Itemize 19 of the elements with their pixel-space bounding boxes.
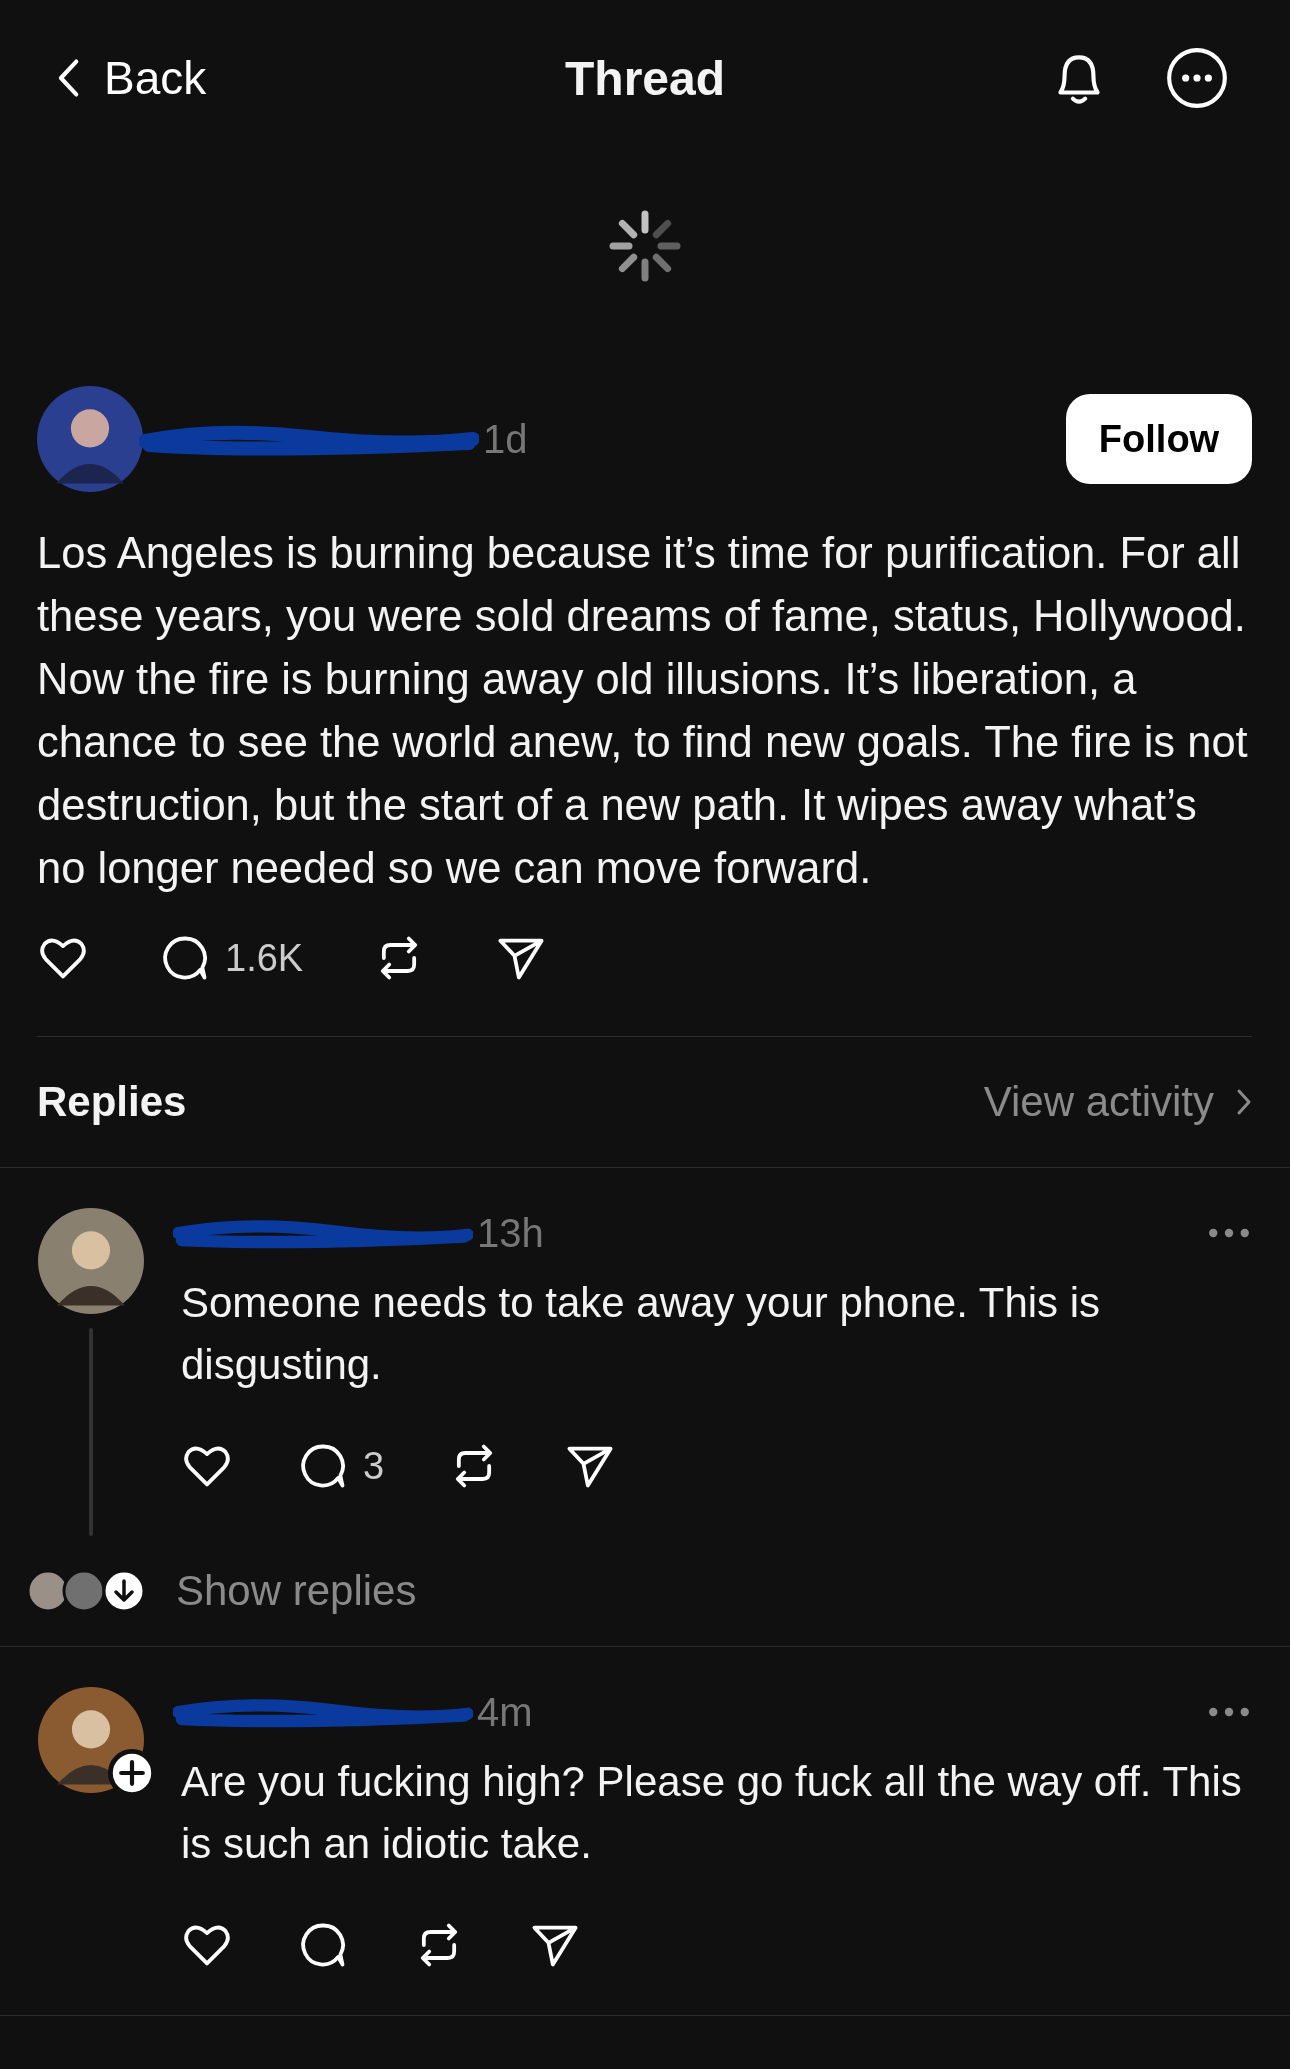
chevron-left-icon <box>56 58 80 98</box>
reply-count-button[interactable]: 3 <box>297 1440 385 1492</box>
follow-button[interactable]: Follow <box>1066 394 1252 484</box>
reply-time: 13h <box>477 1210 544 1256</box>
more-options-icon[interactable] <box>1164 45 1230 111</box>
post-text: Los Angeles is burning because it’s time for purification. For all these years, you were sold dreams of fame, status, Hollywood. Now the fire is burning away old illusions. It’s liberation, a chance to see the world anew, to find new goals. The fire is not destruction, but the start of a new path. It wipes away what’s no longer needed so we can move forward. <box>37 528 1249 894</box>
avatar[interactable] <box>37 386 143 492</box>
back-button[interactable]: Back <box>56 51 207 105</box>
reply-time: 4m <box>477 1689 533 1735</box>
view-activity-link[interactable]: View activity <box>983 1078 1252 1126</box>
reply-count-button[interactable]: 1.6K <box>159 932 304 984</box>
thread-title: Thread <box>565 50 725 106</box>
post-time: 1d <box>483 416 528 462</box>
chevron-right-icon <box>1236 1088 1252 1116</box>
reply-text: Someone needs to take away your phone. This is disgusting. <box>181 1278 1102 1390</box>
reply-text: Are you fucking high? Please go fuck all the way off. This is such an idiotic take. <box>181 1757 1243 1869</box>
avatar[interactable] <box>38 1208 144 1314</box>
replies-heading: Replies <box>37 1078 187 1126</box>
show-replies-button[interactable]: Show replies <box>176 1567 417 1615</box>
